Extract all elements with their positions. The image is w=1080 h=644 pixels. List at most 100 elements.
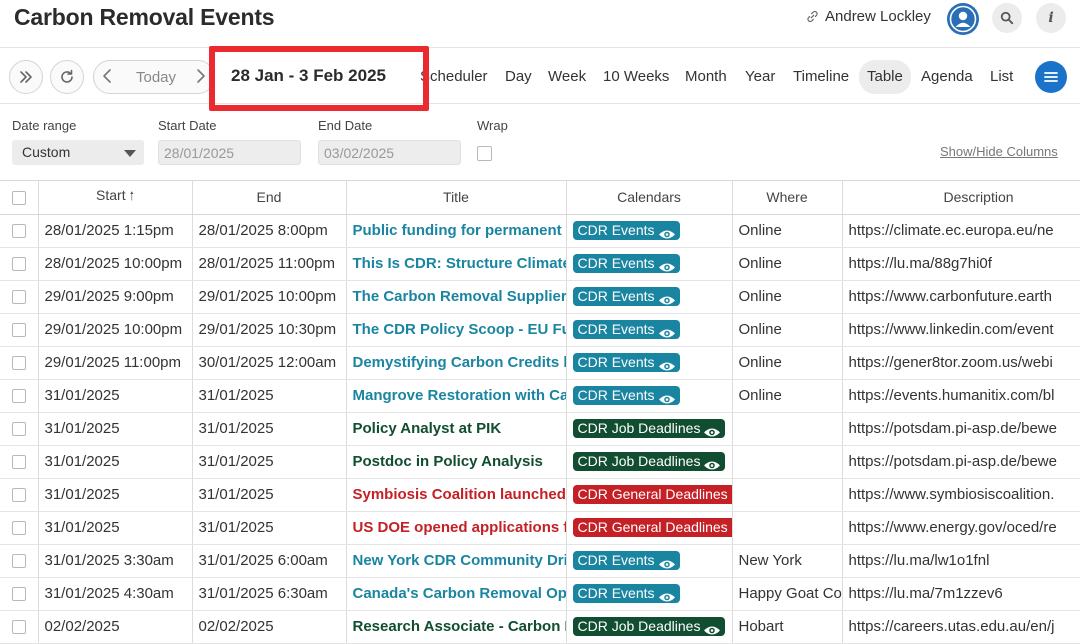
row-checkbox[interactable] bbox=[11, 356, 26, 371]
eye-icon[interactable] bbox=[658, 391, 676, 404]
info-icon[interactable]: i bbox=[1036, 3, 1066, 33]
calendar-badge[interactable]: CDR Events bbox=[572, 551, 680, 570]
table-row[interactable]: 31/01/2025 4:30am 31/01/2025 6:30am Canada… bbox=[0, 577, 1080, 611]
tab-year[interactable]: Year bbox=[745, 68, 775, 85]
row-checkbox[interactable] bbox=[11, 455, 26, 470]
tab-week[interactable]: Week bbox=[548, 68, 586, 85]
row-checkbox[interactable] bbox=[11, 587, 26, 602]
table-row[interactable]: 28/01/2025 10:00pm 28/01/2025 11:00pm This… bbox=[0, 247, 1080, 281]
title-cell[interactable]: Research Associate - Carbon B bbox=[346, 610, 567, 644]
description-cell: https://gener8tor.zoom.us/webi bbox=[842, 346, 1080, 380]
tab-10-weeks[interactable]: 10 Weeks bbox=[603, 68, 669, 85]
tab-day[interactable]: Day bbox=[505, 68, 532, 85]
date-range-select[interactable]: Custom bbox=[12, 140, 144, 165]
eye-icon[interactable] bbox=[658, 556, 676, 569]
calendar-badge[interactable]: CDR Events bbox=[572, 254, 680, 273]
column-header-end[interactable]: End bbox=[192, 181, 347, 215]
end-date-input[interactable]: 03/02/2025 bbox=[318, 140, 461, 165]
row-checkbox[interactable] bbox=[11, 488, 26, 503]
column-header-description[interactable]: Description bbox=[842, 181, 1080, 215]
row-checkbox[interactable] bbox=[11, 224, 26, 239]
row-checkbox[interactable] bbox=[11, 422, 26, 437]
table-row[interactable]: 31/01/2025 31/01/2025 Policy Analyst at PI… bbox=[0, 412, 1080, 446]
title-cell[interactable]: The CDR Policy Scoop - EU Fun bbox=[346, 313, 567, 347]
row-checkbox[interactable] bbox=[11, 620, 26, 635]
eye-icon[interactable] bbox=[658, 259, 676, 272]
column-header-where[interactable]: Where bbox=[732, 181, 843, 215]
start-date-input[interactable]: 28/01/2025 bbox=[158, 140, 301, 165]
calendar-badge[interactable]: CDR Events bbox=[572, 386, 680, 405]
table-row[interactable]: 28/01/2025 1:15pm 28/01/2025 8:00pm Public… bbox=[0, 214, 1080, 248]
title-cell[interactable]: Policy Analyst at PIK bbox=[346, 412, 567, 446]
calendar-badge[interactable]: CDR Job Deadlines bbox=[572, 452, 726, 471]
tab-timeline[interactable]: Timeline bbox=[793, 68, 849, 85]
title-cell[interactable]: Mangrove Restoration with Car bbox=[346, 379, 567, 413]
end-date-label: End Date bbox=[318, 118, 373, 133]
title-cell[interactable]: The Carbon Removal Supplier's bbox=[346, 280, 567, 314]
hamburger-menu-icon[interactable] bbox=[1035, 61, 1067, 93]
calendar-badge[interactable]: CDR Events bbox=[572, 221, 680, 240]
column-header-start[interactable]: Start 🠑 bbox=[38, 181, 193, 215]
chevron-left-icon[interactable] bbox=[102, 68, 112, 89]
row-checkbox[interactable] bbox=[11, 290, 26, 305]
title-cell[interactable]: Demystifying Carbon Credits b bbox=[346, 346, 567, 380]
calendar-badge[interactable]: CDR Events bbox=[572, 584, 680, 603]
calendar-badge[interactable]: CDR Events bbox=[572, 353, 680, 372]
tab-scheduler[interactable]: Scheduler bbox=[420, 68, 490, 85]
calendar-badge[interactable]: CDR Job Deadlines bbox=[572, 617, 726, 636]
calendar-badge[interactable]: CDR General Deadlines bbox=[572, 518, 731, 537]
eye-icon[interactable] bbox=[658, 292, 676, 305]
table-row[interactable]: 02/02/2025 02/02/2025 Research Associate -… bbox=[0, 610, 1080, 644]
table-row[interactable]: 29/01/2025 10:00pm 29/01/2025 10:30pm The … bbox=[0, 313, 1080, 347]
column-header-title[interactable]: Title bbox=[346, 181, 567, 215]
tab-list[interactable]: List bbox=[990, 68, 1013, 85]
table-row[interactable]: 29/01/2025 9:00pm 29/01/2025 10:00pm The C… bbox=[0, 280, 1080, 314]
title-cell[interactable]: US DOE opened applications fo bbox=[346, 511, 567, 545]
eye-icon[interactable] bbox=[658, 589, 676, 602]
eye-icon[interactable] bbox=[658, 325, 676, 338]
eye-icon[interactable] bbox=[703, 622, 721, 635]
show-hide-columns-link[interactable]: Show/Hide Columns bbox=[940, 144, 1058, 159]
title-cell[interactable]: New York CDR Community Drin bbox=[346, 544, 567, 578]
eye-icon[interactable] bbox=[658, 226, 676, 239]
double-chevron-right-icon[interactable] bbox=[9, 60, 43, 94]
start-cell: 02/02/2025 bbox=[38, 610, 193, 644]
title-cell[interactable]: This Is CDR: Structure Climate bbox=[346, 247, 567, 281]
title-cell[interactable]: Public funding for permanent c bbox=[346, 214, 567, 248]
refresh-icon[interactable] bbox=[50, 60, 84, 94]
select-all-checkbox[interactable] bbox=[11, 191, 26, 206]
calendar-badge[interactable]: CDR Events bbox=[572, 287, 680, 306]
tab-agenda[interactable]: Agenda bbox=[921, 68, 973, 85]
row-checkbox[interactable] bbox=[11, 554, 26, 569]
title-cell[interactable]: Canada's Carbon Removal Opp bbox=[346, 577, 567, 611]
eye-icon[interactable] bbox=[703, 457, 721, 470]
table-row[interactable]: 31/01/2025 31/01/2025 US DOE opened applic… bbox=[0, 511, 1080, 545]
row-checkbox[interactable] bbox=[11, 323, 26, 338]
user-avatar-icon[interactable] bbox=[947, 3, 979, 35]
search-icon[interactable] bbox=[992, 3, 1022, 33]
calendar-badge[interactable]: CDR Job Deadlines bbox=[572, 419, 726, 438]
table-row[interactable]: 31/01/2025 31/01/2025 Postdoc in Policy An… bbox=[0, 445, 1080, 479]
eye-icon[interactable] bbox=[658, 358, 676, 371]
tab-month[interactable]: Month bbox=[685, 68, 727, 85]
where-cell: Online bbox=[732, 247, 843, 281]
table-row[interactable]: 31/01/2025 3:30am 31/01/2025 6:00am New Yo… bbox=[0, 544, 1080, 578]
table-row[interactable]: 29/01/2025 11:00pm 30/01/2025 12:00am Demy… bbox=[0, 346, 1080, 380]
column-header-calendars[interactable]: Calendars bbox=[566, 181, 733, 215]
chevron-right-icon[interactable] bbox=[196, 68, 206, 89]
calendar-badge[interactable]: CDR General Deadlines bbox=[572, 485, 731, 504]
row-checkbox[interactable] bbox=[11, 521, 26, 536]
row-checkbox[interactable] bbox=[11, 389, 26, 404]
table-row[interactable]: 31/01/2025 31/01/2025 Symbiosis Coalition … bbox=[0, 478, 1080, 512]
table-row[interactable]: 31/01/2025 31/01/2025 Mangrove Restoration… bbox=[0, 379, 1080, 413]
eye-icon[interactable] bbox=[703, 424, 721, 437]
user-profile-link[interactable]: Andrew Lockley bbox=[806, 8, 931, 25]
today-button[interactable]: Today bbox=[136, 69, 176, 86]
title-cell[interactable]: Symbiosis Coalition launched f bbox=[346, 478, 567, 512]
title-cell[interactable]: Postdoc in Policy Analysis bbox=[346, 445, 567, 479]
row-checkbox[interactable] bbox=[11, 257, 26, 272]
wrap-checkbox[interactable] bbox=[477, 146, 492, 161]
tab-table[interactable]: Table bbox=[859, 60, 911, 94]
calendar-badge[interactable]: CDR Events bbox=[572, 320, 680, 339]
caret-down-icon bbox=[124, 150, 136, 157]
